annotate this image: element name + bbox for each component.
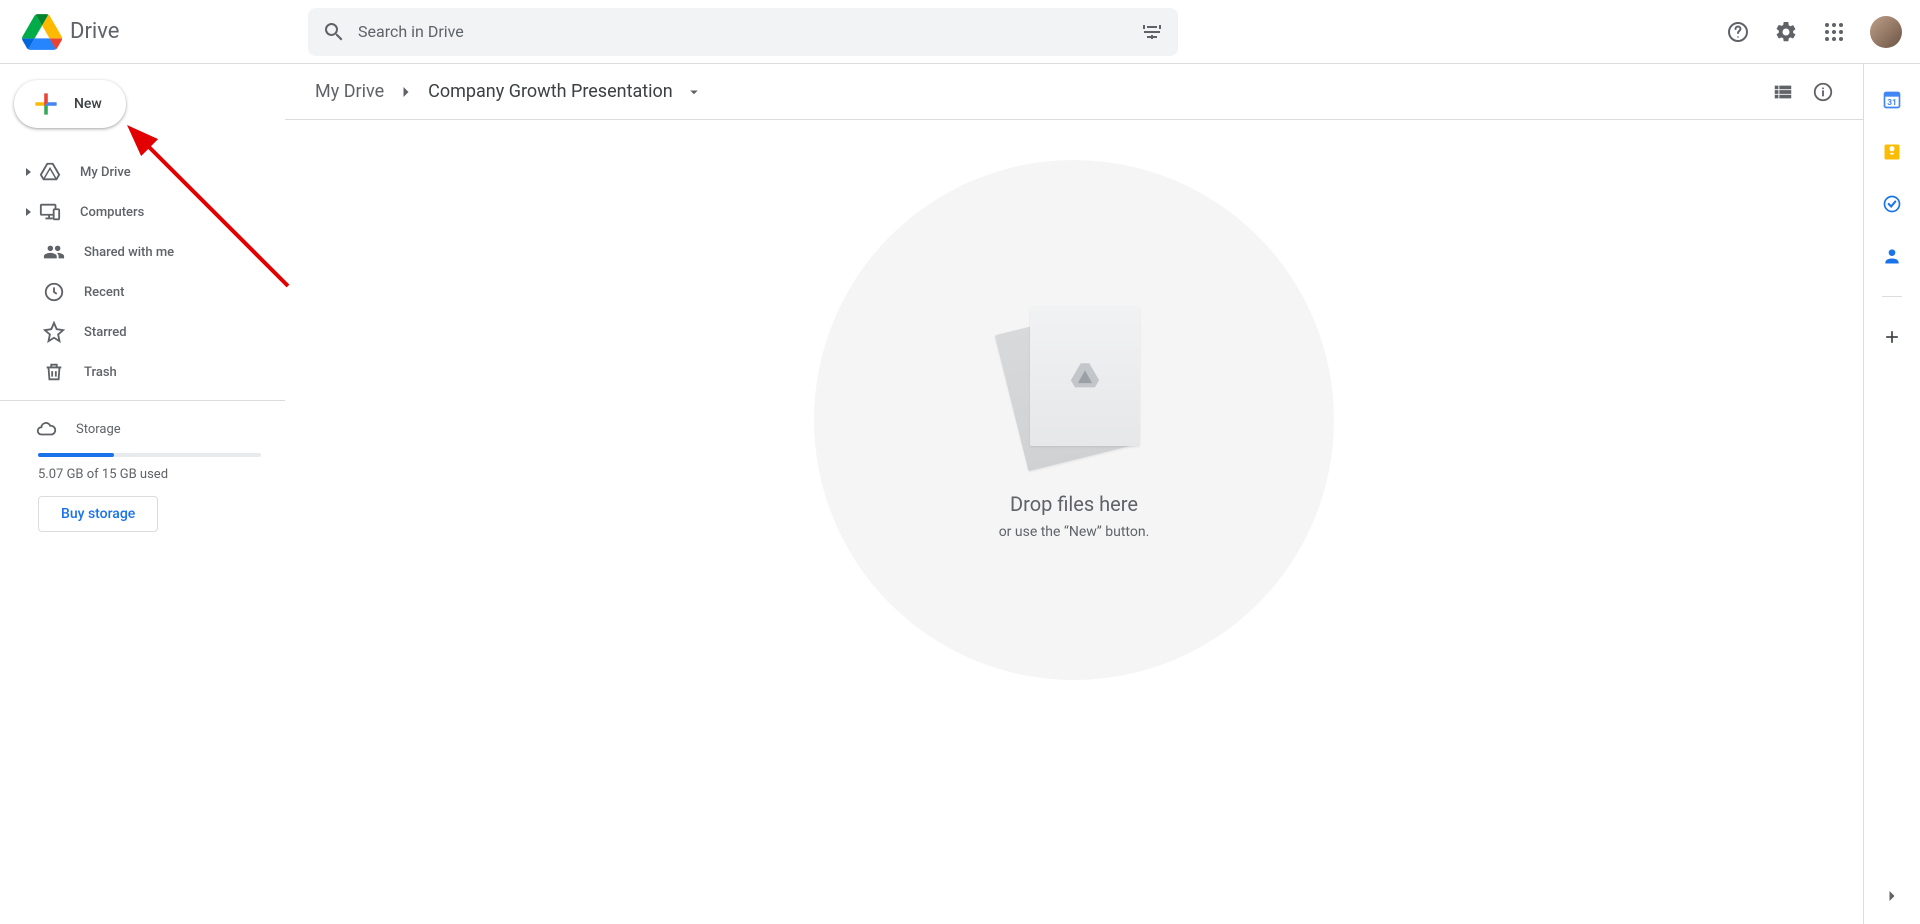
apps-icon[interactable] <box>1814 12 1854 52</box>
empty-subtitle: or use the “New” button. <box>999 524 1150 540</box>
chevron-right-icon <box>396 82 416 102</box>
details-icon[interactable] <box>1803 72 1843 112</box>
empty-title: Drop files here <box>1010 492 1138 516</box>
logo-block[interactable]: Drive <box>8 12 268 52</box>
search-bar[interactable] <box>308 8 1178 56</box>
search-container <box>308 8 1178 56</box>
account-avatar[interactable] <box>1870 16 1902 48</box>
nav-computers[interactable]: Computers <box>0 192 285 232</box>
divider <box>0 400 285 401</box>
settings-icon[interactable] <box>1766 12 1806 52</box>
trash-icon <box>42 360 66 384</box>
nav-label: Starred <box>84 325 127 340</box>
nav-label: Trash <box>84 365 117 380</box>
buy-storage-label: Buy storage <box>61 506 135 522</box>
storage-label: Storage <box>76 422 121 437</box>
expand-icon[interactable] <box>22 167 34 177</box>
header: Drive <box>0 0 1920 64</box>
side-panel-divider <box>1882 296 1902 297</box>
new-button-label: New <box>74 96 102 112</box>
shared-icon <box>42 240 66 264</box>
search-input[interactable] <box>354 22 1132 41</box>
contacts-app-icon[interactable] <box>1872 236 1912 276</box>
breadcrumb-root[interactable]: My Drive <box>309 77 390 106</box>
empty-state: Drop files here or use the “New” button. <box>285 120 1863 924</box>
storage-meter <box>38 453 261 457</box>
breadcrumb-row: My Drive Company Growth Presentation <box>285 64 1863 120</box>
nav-trash[interactable]: Trash <box>0 352 285 392</box>
list-view-icon[interactable] <box>1763 72 1803 112</box>
svg-text:31: 31 <box>1887 98 1897 108</box>
recent-icon <box>42 280 66 304</box>
nav-label: Shared with me <box>84 245 174 260</box>
nav-label: Recent <box>84 285 124 300</box>
keep-app-icon[interactable] <box>1872 132 1912 172</box>
plus-icon <box>30 88 62 120</box>
nav-starred[interactable]: Starred <box>0 312 285 352</box>
new-button[interactable]: New <box>14 80 126 128</box>
storage-usage-text: 5.07 GB of 15 GB used <box>38 467 261 482</box>
breadcrumb-current[interactable]: Company Growth Presentation <box>422 77 679 106</box>
search-options-icon[interactable] <box>1132 12 1172 52</box>
nav: My Drive Computers Shared with me Recent… <box>0 152 285 392</box>
calendar-app-icon[interactable]: 31 <box>1872 80 1912 120</box>
nav-label: My Drive <box>80 165 131 180</box>
empty-illustration <box>1004 300 1144 470</box>
main: My Drive Company Growth Presentation <box>285 64 1864 924</box>
side-panel: 31 <box>1864 64 1920 924</box>
sidebar: New My Drive Computers Shared with me Re… <box>0 64 285 924</box>
drive-logo-icon <box>22 12 62 52</box>
computers-icon <box>38 200 62 224</box>
nav-shared[interactable]: Shared with me <box>0 232 285 272</box>
search-icon[interactable] <box>314 12 354 52</box>
nav-label: Computers <box>80 205 144 220</box>
collapse-panel-icon[interactable] <box>1872 876 1912 916</box>
storage-section: Storage 5.07 GB of 15 GB used Buy storag… <box>0 409 285 532</box>
expand-icon[interactable] <box>22 207 34 217</box>
nav-recent[interactable]: Recent <box>0 272 285 312</box>
header-actions <box>1718 12 1912 52</box>
addons-icon[interactable] <box>1872 317 1912 357</box>
nav-storage[interactable]: Storage <box>38 409 261 449</box>
drop-zone[interactable]: Drop files here or use the “New” button. <box>814 160 1334 680</box>
star-icon <box>42 320 66 344</box>
cloud-icon <box>34 417 58 441</box>
support-icon[interactable] <box>1718 12 1758 52</box>
buy-storage-button[interactable]: Buy storage <box>38 496 158 532</box>
my-drive-icon <box>38 160 62 184</box>
nav-my-drive[interactable]: My Drive <box>0 152 285 192</box>
product-name: Drive <box>70 19 119 44</box>
tasks-app-icon[interactable] <box>1872 184 1912 224</box>
breadcrumb-dropdown-icon[interactable] <box>685 83 703 101</box>
